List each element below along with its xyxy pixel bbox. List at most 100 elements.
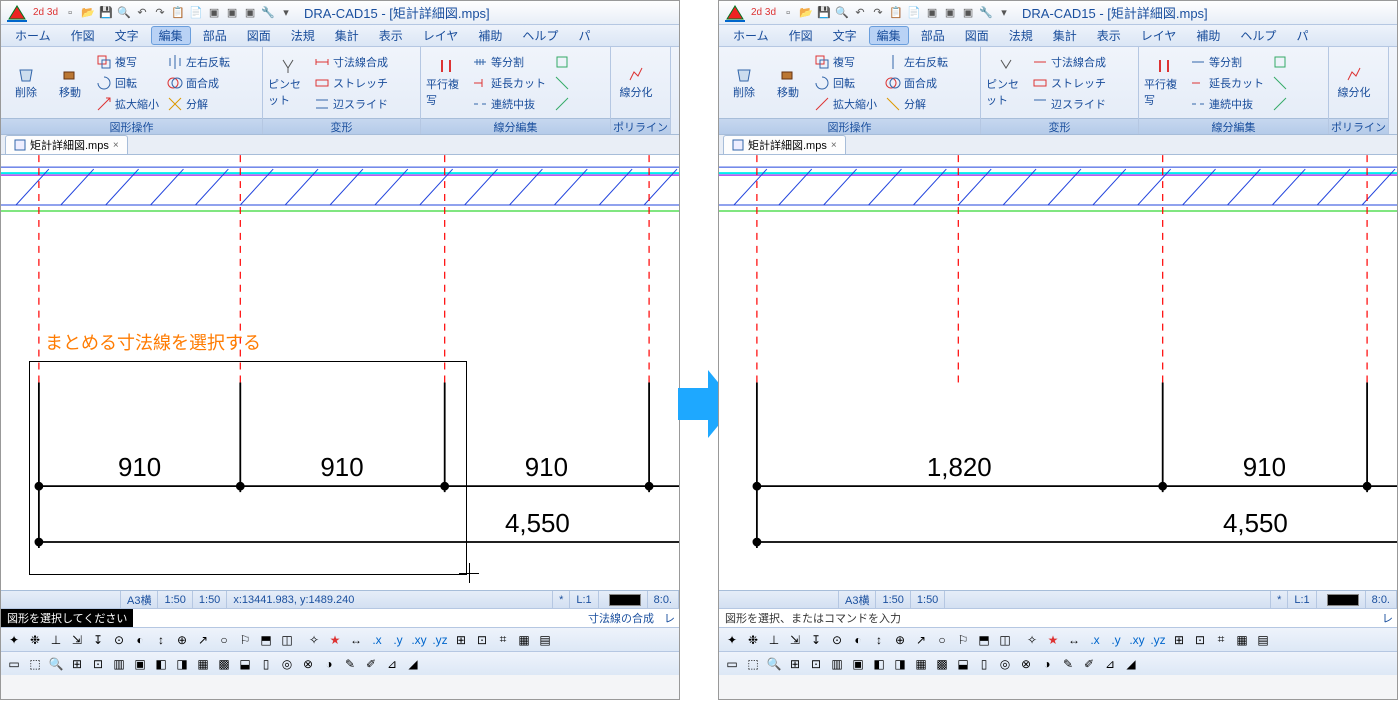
tool-icon[interactable]: 🔧 xyxy=(260,5,276,21)
menu-law[interactable]: 法規 xyxy=(1001,26,1041,45)
tool-icon[interactable]: ⇲ xyxy=(785,630,805,650)
layer-star[interactable]: * xyxy=(553,591,570,608)
mirror-button[interactable]: 左右反転 xyxy=(164,52,233,72)
union-button[interactable]: 面合成 xyxy=(882,73,951,93)
color-swatch[interactable] xyxy=(1317,591,1366,608)
scale-button[interactable]: 拡大縮小 xyxy=(93,94,162,114)
menu-view[interactable]: 表示 xyxy=(1089,26,1129,45)
zoom-icon[interactable]: 🔍 xyxy=(764,654,784,674)
screen1-icon[interactable]: ▣ xyxy=(206,5,222,21)
menu-edit[interactable]: 編集 xyxy=(869,26,909,45)
parallel-copy-button[interactable]: 平行複写 xyxy=(425,51,467,115)
tool-icon[interactable]: ⊞ xyxy=(785,654,805,674)
tool-icon[interactable]: ◨ xyxy=(890,654,910,674)
copy-button[interactable]: 複写 xyxy=(811,52,880,72)
menu-drawing[interactable]: 図面 xyxy=(239,26,279,45)
tool-icon[interactable]: ⊿ xyxy=(382,654,402,674)
screen2-icon[interactable]: ▣ xyxy=(224,5,240,21)
dim-merge-button[interactable]: 寸法線合成 xyxy=(1029,52,1109,72)
aux3-button[interactable] xyxy=(551,94,573,114)
undo-icon[interactable]: ↶ xyxy=(852,5,868,21)
tool-icon[interactable]: ◎ xyxy=(277,654,297,674)
divide-button[interactable]: 等分割 xyxy=(1187,52,1267,72)
tool-icon[interactable]: ▤ xyxy=(1253,630,1273,650)
menu-text[interactable]: 文字 xyxy=(107,26,147,45)
dropdown-icon[interactable]: ▾ xyxy=(278,5,294,21)
tool-icon[interactable]: ◢ xyxy=(403,654,423,674)
tool-icon[interactable]: ◐ xyxy=(848,630,868,650)
menu-drawing[interactable]: 図面 xyxy=(957,26,997,45)
tool-icon[interactable]: ↔ xyxy=(346,630,366,650)
menu-edit[interactable]: 編集 xyxy=(151,26,191,45)
tool-icon[interactable]: ✐ xyxy=(361,654,381,674)
scale-2[interactable]: 1:50 xyxy=(911,591,945,608)
new-icon[interactable]: ▫ xyxy=(780,5,796,21)
tool-icon[interactable]: ⊡ xyxy=(472,630,492,650)
star-icon[interactable]: ★ xyxy=(1043,630,1063,650)
dropdown-icon[interactable]: ▾ xyxy=(996,5,1012,21)
tool-icon[interactable]: ◢ xyxy=(1121,654,1141,674)
tool-icon[interactable]: ◫ xyxy=(995,630,1015,650)
rotate-button[interactable]: 回転 xyxy=(811,73,880,93)
tool-icon[interactable]: ✎ xyxy=(340,654,360,674)
explode-button[interactable]: 分解 xyxy=(882,94,951,114)
tool-icon[interactable]: .y xyxy=(388,630,408,650)
tool-icon[interactable]: ◧ xyxy=(869,654,889,674)
tool-icon[interactable]: ▭ xyxy=(722,654,742,674)
stretch-button[interactable]: ストレッチ xyxy=(311,73,391,93)
tool-icon[interactable]: ▦ xyxy=(1232,630,1252,650)
mirror-button[interactable]: 左右反転 xyxy=(882,52,951,72)
tool-icon[interactable]: ▦ xyxy=(193,654,213,674)
document-tab[interactable]: 矩計詳細図.mps × xyxy=(5,135,128,154)
tool-icon[interactable]: ⬓ xyxy=(235,654,255,674)
tool-icon[interactable]: ▥ xyxy=(109,654,129,674)
pincet-button[interactable]: ピンセット xyxy=(267,51,309,115)
tool-icon[interactable]: ✧ xyxy=(1022,630,1042,650)
tool-icon[interactable]: ⊕ xyxy=(890,630,910,650)
menu-parts[interactable]: 部品 xyxy=(195,26,235,45)
tool-icon[interactable]: ⊡ xyxy=(1190,630,1210,650)
aux3-button[interactable] xyxy=(1269,94,1291,114)
copy-icon[interactable]: 📋 xyxy=(170,5,186,21)
tool-icon[interactable]: ⊡ xyxy=(88,654,108,674)
extend-cut-button[interactable]: 延長カット xyxy=(469,73,549,93)
menu-aggregate[interactable]: 集計 xyxy=(327,26,367,45)
tool-icon[interactable]: ▭ xyxy=(4,654,24,674)
tool-icon[interactable]: ⊞ xyxy=(67,654,87,674)
menu-pa[interactable]: パ xyxy=(570,26,598,45)
tool-icon[interactable]: ⌗ xyxy=(493,630,513,650)
menu-draw[interactable]: 作図 xyxy=(781,26,821,45)
screen1-icon[interactable]: ▣ xyxy=(924,5,940,21)
tool-icon[interactable]: ⊞ xyxy=(1169,630,1189,650)
tool-icon[interactable]: .x xyxy=(367,630,387,650)
scale-1[interactable]: 1:50 xyxy=(158,591,192,608)
dim-merge-button[interactable]: 寸法線合成 xyxy=(311,52,391,72)
paper-size[interactable]: A3横 xyxy=(839,591,876,608)
tool-icon[interactable]: ▯ xyxy=(974,654,994,674)
tool-icon[interactable]: ⌗ xyxy=(1211,630,1231,650)
tool-icon[interactable]: ◫ xyxy=(277,630,297,650)
open-icon[interactable]: 📂 xyxy=(798,5,814,21)
delete-button[interactable]: 削除 xyxy=(723,51,765,115)
extend-cut-button[interactable]: 延長カット xyxy=(1187,73,1267,93)
tool-icon[interactable]: ◑ xyxy=(1037,654,1057,674)
tool-icon[interactable]: ◎ xyxy=(995,654,1015,674)
menu-aux[interactable]: 補助 xyxy=(470,26,510,45)
screen3-icon[interactable]: ▣ xyxy=(242,5,258,21)
menu-aux[interactable]: 補助 xyxy=(1188,26,1228,45)
menu-draw[interactable]: 作図 xyxy=(63,26,103,45)
explode-button[interactable]: 分解 xyxy=(164,94,233,114)
tool-icon[interactable]: ⬚ xyxy=(743,654,763,674)
tool-icon[interactable]: ⊙ xyxy=(109,630,129,650)
menu-help[interactable]: ヘルプ xyxy=(514,26,566,45)
menu-pa[interactable]: パ xyxy=(1288,26,1316,45)
tool-icon[interactable]: ⊕ xyxy=(172,630,192,650)
gap-button[interactable]: 連続中抜 xyxy=(469,94,549,114)
new-icon[interactable]: ▫ xyxy=(62,5,78,21)
tool-icon[interactable]: ○ xyxy=(932,630,952,650)
scale-button[interactable]: 拡大縮小 xyxy=(811,94,880,114)
print-icon[interactable]: 🔍 xyxy=(834,5,850,21)
layer-star[interactable]: * xyxy=(1271,591,1288,608)
tool-icon[interactable]: ✐ xyxy=(1079,654,1099,674)
tool-icon[interactable]: ↗ xyxy=(193,630,213,650)
